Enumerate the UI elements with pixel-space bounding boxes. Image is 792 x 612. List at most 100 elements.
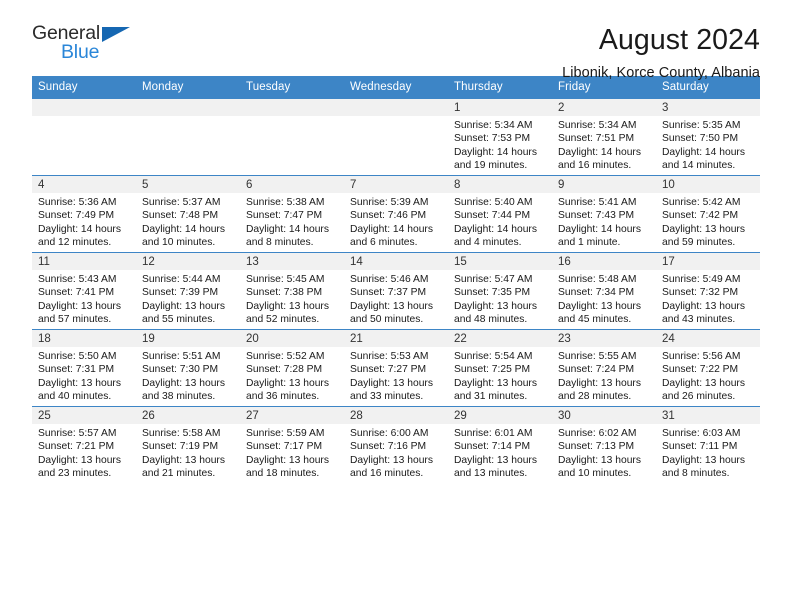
title-block: August 2024 Libonik, Korce County, Alban… — [152, 24, 760, 81]
calendar-cell-day[interactable]: 18 Sunrise: 5:50 AM Sunset: 7:31 PM Dayligh… — [32, 329, 136, 407]
day-cell: 10 Sunrise: 5:42 AM Sunset: 7:42 PM Dayligh… — [656, 176, 760, 252]
daylight-text-line2: and 13 minutes. — [454, 468, 528, 480]
calendar-cell-day[interactable]: 2 Sunrise: 5:34 AM Sunset: 7:51 PM Daylight… — [552, 98, 656, 176]
sunrise-text: Sunrise: 5:35 AM — [662, 120, 741, 131]
calendar-cell-day[interactable]: 8 Sunrise: 5:40 AM Sunset: 7:44 PM Daylight… — [448, 175, 552, 253]
sunrise-text: Sunrise: 5:36 AM — [38, 197, 117, 208]
daylight-text-line2: and 48 minutes. — [454, 314, 528, 326]
calendar-cell-day[interactable]: 21 Sunrise: 5:53 AM Sunset: 7:27 PM Dayligh… — [344, 329, 448, 407]
day-number: 18 — [32, 330, 136, 347]
day-cell — [136, 99, 240, 175]
calendar-cell-day[interactable]: 3 Sunrise: 5:35 AM Sunset: 7:50 PM Daylight… — [656, 98, 760, 176]
daylight-text-line2: and 16 minutes. — [558, 160, 632, 172]
daylight-text-line2: and 59 minutes. — [662, 237, 736, 249]
calendar-cell-day[interactable]: 27 Sunrise: 5:59 AM Sunset: 7:17 PM Dayligh… — [240, 406, 344, 483]
sunset-text: Sunset: 7:48 PM — [142, 210, 219, 222]
day-number: 9 — [552, 176, 656, 193]
day-detail-lines: Sunrise: 5:36 AM Sunset: 7:49 PM Daylight:… — [32, 193, 136, 250]
daylight-text-line1: Daylight: 13 hours — [350, 377, 433, 389]
daylight-text-line1: Daylight: 14 hours — [558, 146, 641, 158]
sunset-text: Sunset: 7:11 PM — [662, 441, 738, 453]
day-detail-lines: Sunrise: 5:51 AM Sunset: 7:30 PM Daylight:… — [136, 347, 240, 404]
calendar-cell-day[interactable]: 1 Sunrise: 5:34 AM Sunset: 7:53 PM Daylight… — [448, 98, 552, 176]
calendar-cell-day[interactable]: 13 Sunrise: 5:45 AM Sunset: 7:38 PM Dayligh… — [240, 252, 344, 330]
day-detail-lines: Sunrise: 6:02 AM Sunset: 7:13 PM Daylight:… — [552, 424, 656, 481]
calendar-cell-day[interactable]: 23 Sunrise: 5:55 AM Sunset: 7:24 PM Dayligh… — [552, 329, 656, 407]
sunset-text: Sunset: 7:41 PM — [38, 287, 115, 299]
day-detail-lines: Sunrise: 6:03 AM Sunset: 7:11 PM Daylight:… — [656, 424, 760, 481]
sunrise-text: Sunrise: 5:58 AM — [142, 428, 221, 439]
calendar-cell-day[interactable]: 31 Sunrise: 6:03 AM Sunset: 7:11 PM Dayligh… — [656, 406, 760, 483]
calendar-cell-day[interactable]: 20 Sunrise: 5:52 AM Sunset: 7:28 PM Dayligh… — [240, 329, 344, 407]
sunrise-text: Sunrise: 5:56 AM — [662, 351, 741, 362]
daylight-text-line2: and 38 minutes. — [142, 391, 216, 403]
sunset-text: Sunset: 7:43 PM — [558, 210, 635, 222]
sunset-text: Sunset: 7:37 PM — [350, 287, 427, 299]
sunset-text: Sunset: 7:13 PM — [558, 441, 635, 453]
daylight-text-line1: Daylight: 14 hours — [38, 223, 121, 235]
calendar-cell-day[interactable]: 29 Sunrise: 6:01 AM Sunset: 7:14 PM Dayligh… — [448, 406, 552, 483]
day-number: 13 — [240, 253, 344, 270]
day-cell: 14 Sunrise: 5:46 AM Sunset: 7:37 PM Dayligh… — [344, 253, 448, 329]
sunset-text: Sunset: 7:22 PM — [662, 364, 739, 376]
calendar-cell-day[interactable]: 24 Sunrise: 5:56 AM Sunset: 7:22 PM Dayligh… — [656, 329, 760, 407]
calendar-cell-day[interactable]: 14 Sunrise: 5:46 AM Sunset: 7:37 PM Dayligh… — [344, 252, 448, 330]
day-detail-lines: Sunrise: 5:38 AM Sunset: 7:47 PM Daylight:… — [240, 193, 344, 250]
brand-logo[interactable]: General Blue — [32, 23, 152, 70]
daylight-text-line1: Daylight: 13 hours — [454, 300, 537, 312]
day-number: 4 — [32, 176, 136, 193]
day-number: 1 — [448, 99, 552, 116]
page-header: General Blue August 2024 Libonik, Korce … — [32, 0, 760, 80]
sunrise-text: Sunrise: 5:34 AM — [558, 120, 637, 131]
day-cell: 13 Sunrise: 5:45 AM Sunset: 7:38 PM Dayligh… — [240, 253, 344, 329]
day-number: 5 — [136, 176, 240, 193]
day-number — [32, 99, 136, 116]
daylight-text-line2: and 6 minutes. — [350, 237, 418, 249]
calendar-cell-day[interactable]: 7 Sunrise: 5:39 AM Sunset: 7:46 PM Daylight… — [344, 175, 448, 253]
calendar-cell-day[interactable]: 19 Sunrise: 5:51 AM Sunset: 7:30 PM Dayligh… — [136, 329, 240, 407]
day-cell: 23 Sunrise: 5:55 AM Sunset: 7:24 PM Dayligh… — [552, 330, 656, 406]
sunset-text: Sunset: 7:28 PM — [246, 364, 323, 376]
weekday-header-sunday: Sunday — [32, 76, 136, 99]
day-detail-lines: Sunrise: 5:45 AM Sunset: 7:38 PM Daylight:… — [240, 270, 344, 327]
calendar-cell-day[interactable]: 28 Sunrise: 6:00 AM Sunset: 7:16 PM Dayligh… — [344, 406, 448, 483]
calendar-cell-day[interactable]: 9 Sunrise: 5:41 AM Sunset: 7:43 PM Daylight… — [552, 175, 656, 253]
day-detail-lines: Sunrise: 5:53 AM Sunset: 7:27 PM Daylight:… — [344, 347, 448, 404]
day-number: 3 — [656, 99, 760, 116]
sunrise-text: Sunrise: 5:34 AM — [454, 120, 533, 131]
calendar-cell-day[interactable]: 30 Sunrise: 6:02 AM Sunset: 7:13 PM Dayligh… — [552, 406, 656, 483]
calendar-cell-day[interactable]: 4 Sunrise: 5:36 AM Sunset: 7:49 PM Daylight… — [32, 175, 136, 253]
day-detail-lines: Sunrise: 5:39 AM Sunset: 7:46 PM Daylight:… — [344, 193, 448, 250]
daylight-text-line1: Daylight: 13 hours — [38, 454, 121, 466]
daylight-text-line1: Daylight: 14 hours — [558, 223, 641, 235]
sunset-text: Sunset: 7:42 PM — [662, 210, 739, 222]
daylight-text-line2: and 40 minutes. — [38, 391, 112, 403]
calendar-cell-day[interactable]: 16 Sunrise: 5:48 AM Sunset: 7:34 PM Dayligh… — [552, 252, 656, 330]
calendar-cell-day[interactable]: 25 Sunrise: 5:57 AM Sunset: 7:21 PM Dayligh… — [32, 406, 136, 483]
calendar-cell-day[interactable]: 17 Sunrise: 5:49 AM Sunset: 7:32 PM Dayligh… — [656, 252, 760, 330]
sunrise-text: Sunrise: 5:59 AM — [246, 428, 325, 439]
day-detail-lines: Sunrise: 5:56 AM Sunset: 7:22 PM Daylight:… — [656, 347, 760, 404]
daylight-text-line1: Daylight: 13 hours — [246, 300, 329, 312]
sunset-text: Sunset: 7:21 PM — [38, 441, 115, 453]
day-cell: 19 Sunrise: 5:51 AM Sunset: 7:30 PM Dayligh… — [136, 330, 240, 406]
calendar-cell-day[interactable]: 10 Sunrise: 5:42 AM Sunset: 7:42 PM Dayligh… — [656, 175, 760, 253]
calendar-cell-day[interactable]: 5 Sunrise: 5:37 AM Sunset: 7:48 PM Daylight… — [136, 175, 240, 253]
daylight-text-line1: Daylight: 13 hours — [38, 300, 121, 312]
calendar-cell-day[interactable]: 12 Sunrise: 5:44 AM Sunset: 7:39 PM Dayligh… — [136, 252, 240, 330]
day-detail-lines: Sunrise: 5:47 AM Sunset: 7:35 PM Daylight:… — [448, 270, 552, 327]
calendar-cell-day[interactable]: 15 Sunrise: 5:47 AM Sunset: 7:35 PM Dayligh… — [448, 252, 552, 330]
calendar-cell-day[interactable]: 6 Sunrise: 5:38 AM Sunset: 7:47 PM Daylight… — [240, 175, 344, 253]
calendar-cell-day[interactable]: 22 Sunrise: 5:54 AM Sunset: 7:25 PM Dayligh… — [448, 329, 552, 407]
sunrise-text: Sunrise: 5:49 AM — [662, 274, 741, 285]
sunrise-text: Sunrise: 5:39 AM — [350, 197, 429, 208]
calendar-cell-day[interactable]: 26 Sunrise: 5:58 AM Sunset: 7:19 PM Dayligh… — [136, 406, 240, 483]
day-number — [344, 99, 448, 116]
sunset-text: Sunset: 7:34 PM — [558, 287, 635, 299]
page-title: August 2024 — [598, 24, 760, 56]
day-cell: 9 Sunrise: 5:41 AM Sunset: 7:43 PM Daylight… — [552, 176, 656, 252]
day-number: 19 — [136, 330, 240, 347]
calendar-cell-day[interactable]: 11 Sunrise: 5:43 AM Sunset: 7:41 PM Dayligh… — [32, 252, 136, 330]
daylight-text-line2: and 19 minutes. — [454, 160, 528, 172]
daylight-text-line2: and 10 minutes. — [558, 468, 632, 480]
